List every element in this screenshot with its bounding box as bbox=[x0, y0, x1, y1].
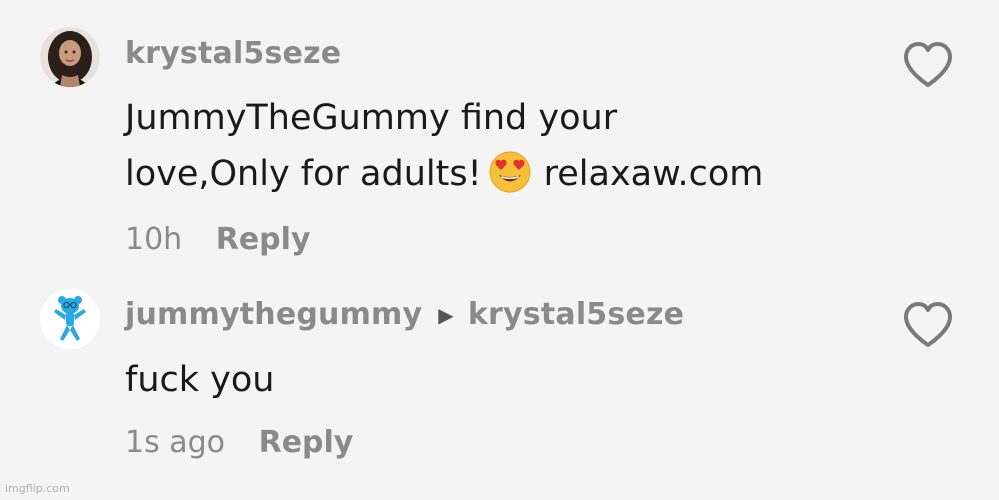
avatar[interactable] bbox=[40, 27, 100, 87]
comment-username[interactable]: jummythegummy bbox=[125, 297, 422, 332]
like-button[interactable] bbox=[900, 300, 956, 350]
watermark: imgflip.com bbox=[5, 482, 70, 495]
comment-text-fragment: love,Only for adults! bbox=[125, 154, 482, 194]
comment-timestamp: 10h bbox=[125, 222, 183, 257]
comment-item: krystal5seze JummyTheGummy find your lov… bbox=[0, 0, 999, 270]
comment-username[interactable]: krystal5seze bbox=[125, 36, 341, 71]
comment-timestamp: 1s ago bbox=[125, 425, 226, 460]
comment-username-row: jummythegummy ▶ krystal5seze bbox=[125, 297, 684, 332]
comment-text: fuck you bbox=[125, 360, 275, 400]
heart-eyes-emoji-icon bbox=[488, 150, 532, 194]
reply-button[interactable]: Reply bbox=[216, 222, 311, 257]
heart-outline-icon bbox=[904, 42, 952, 87]
gummy-bear-avatar-icon bbox=[40, 289, 100, 349]
profile-photo bbox=[40, 27, 100, 87]
heart-outline-icon bbox=[904, 302, 952, 347]
reply-to-arrow-icon: ▶ bbox=[438, 302, 454, 327]
comment-text-line: love,Only for adults! relaxaw.com bbox=[125, 146, 763, 202]
comment-text: JummyTheGummy find your love,Only for ad… bbox=[125, 90, 763, 202]
reply-to-username[interactable]: krystal5seze bbox=[468, 297, 684, 332]
avatar[interactable] bbox=[40, 289, 100, 349]
comment-text-link: relaxaw.com bbox=[543, 154, 764, 194]
comment-meta: 1s ago Reply bbox=[125, 425, 353, 460]
comment-item: jummythegummy ▶ krystal5seze fuck you 1s… bbox=[0, 280, 999, 480]
like-button[interactable] bbox=[900, 40, 956, 90]
reply-button[interactable]: Reply bbox=[259, 425, 354, 460]
comment-text-line: JummyTheGummy find your bbox=[125, 98, 618, 138]
comment-meta: 10h Reply bbox=[125, 222, 311, 257]
